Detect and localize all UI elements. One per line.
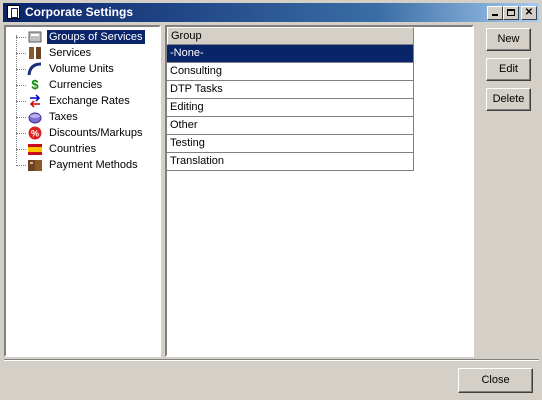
maximize-icon	[507, 9, 515, 16]
tree-item-label: Payment Methods	[49, 159, 138, 171]
corporate-settings-window: Corporate Settings ✕ Groups of Services …	[0, 0, 542, 400]
tree-connector	[16, 53, 26, 54]
close-window-button[interactable]: ✕	[521, 6, 537, 20]
minimize-icon	[492, 14, 498, 16]
groups-grid[interactable]: Group -None- Consulting DTP Tasks Editin…	[165, 25, 474, 357]
tree-connector	[16, 165, 26, 166]
delete-button[interactable]: Delete	[486, 88, 531, 111]
tree-item-label: Volume Units	[49, 63, 114, 75]
table-row[interactable]: Translation	[167, 153, 414, 171]
column-header-group[interactable]: Group	[167, 27, 414, 45]
tree-item-volume-units[interactable]: Volume Units	[6, 61, 159, 77]
groups-icon	[27, 29, 43, 45]
tree-item-label: Groups of Services	[46, 29, 146, 45]
table-row[interactable]: DTP Tasks	[167, 81, 414, 99]
currency-icon: $	[31, 77, 39, 92]
tree-item-currencies[interactable]: $ Currencies	[6, 77, 159, 93]
minimize-button[interactable]	[487, 6, 503, 20]
tree-item-label: Currencies	[49, 79, 103, 91]
table-row[interactable]: Consulting	[167, 63, 414, 81]
tree-connector	[16, 85, 26, 86]
discount-icon: %	[27, 125, 43, 141]
tree-item-countries[interactable]: Countries	[6, 141, 159, 157]
tree-item-services[interactable]: Services	[6, 45, 159, 61]
table-row[interactable]: Testing	[167, 135, 414, 153]
title-bar[interactable]: Corporate Settings ✕	[3, 3, 539, 22]
new-button[interactable]: New	[486, 28, 531, 51]
footer-divider	[4, 359, 539, 361]
close-button[interactable]: Close	[458, 368, 533, 393]
tree-item-label: Taxes	[49, 111, 78, 123]
tree-item-exchange-rates[interactable]: Exchange Rates	[6, 93, 159, 109]
payment-icon	[27, 157, 43, 173]
tree-connector	[16, 69, 26, 70]
edit-button[interactable]: Edit	[486, 58, 531, 81]
tree-item-discounts-markups[interactable]: % Discounts/Markups	[6, 125, 159, 141]
table-row[interactable]: Editing	[167, 99, 414, 117]
maximize-button[interactable]	[503, 6, 519, 20]
exchange-icon	[27, 93, 43, 109]
tree-connector	[16, 37, 26, 38]
tree-item-groups-of-services[interactable]: Groups of Services	[6, 29, 159, 45]
tree-connector	[16, 133, 26, 134]
settings-tree[interactable]: Groups of Services Services Volume Units…	[4, 25, 161, 357]
app-icon	[7, 5, 20, 19]
taxes-icon	[27, 109, 43, 125]
tree-item-label: Countries	[49, 143, 97, 155]
table-row[interactable]: -None-	[167, 45, 414, 63]
svg-text:%: %	[31, 129, 39, 139]
close-icon: ✕	[524, 7, 534, 18]
table-row[interactable]: Other	[167, 117, 414, 135]
services-icon	[27, 45, 43, 61]
tree-item-payment-methods[interactable]: Payment Methods	[6, 157, 159, 173]
tree-item-label: Discounts/Markups	[49, 127, 143, 139]
tree-connector	[16, 149, 26, 150]
flag-icon	[27, 141, 43, 157]
tree-item-label: Services	[49, 47, 92, 59]
volume-icon	[27, 61, 43, 77]
tree-item-taxes[interactable]: Taxes	[6, 109, 159, 125]
tree-item-label: Exchange Rates	[49, 95, 130, 107]
tree-connector	[16, 117, 26, 118]
window-title: Corporate Settings	[25, 5, 134, 19]
tree-connector	[16, 101, 26, 102]
